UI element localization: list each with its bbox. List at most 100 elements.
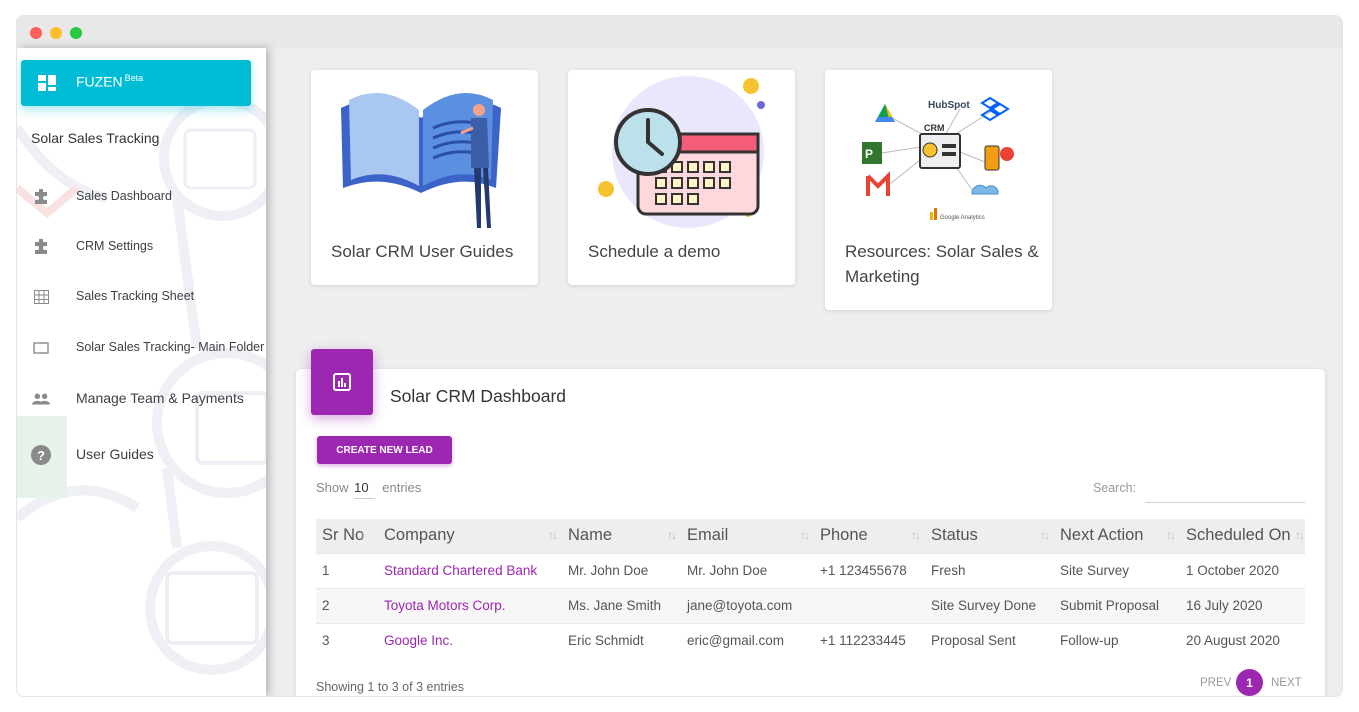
- column-label: Phone: [820, 526, 868, 545]
- cell-next-action: Submit Proposal: [1054, 587, 1180, 623]
- cell-company: Standard Chartered Bank: [378, 552, 562, 588]
- google-analytics-logo-text: Google Analytics: [940, 215, 985, 221]
- cell-company: Google Inc.: [378, 622, 562, 658]
- svg-text:P: P: [865, 147, 873, 161]
- table-row: 3 Google Inc. Eric Schmidt eric@gmail.co…: [316, 622, 1305, 658]
- page-length-control: Show 10 entries: [316, 480, 422, 499]
- column-label: Scheduled On: [1186, 526, 1291, 545]
- column-label: Status: [931, 526, 978, 545]
- entries-label: entries: [382, 480, 422, 495]
- cell-status: Site Survey Done: [925, 587, 1054, 623]
- card-schedule-demo[interactable]: Schedule a demo: [568, 70, 795, 285]
- sort-icon: ↑↓: [667, 528, 677, 542]
- puzzle-icon: [31, 237, 51, 257]
- sidebar: FUZEN Beta Solar Sales Tracking Sales Das…: [17, 48, 266, 696]
- column-header-company[interactable]: Company ↑↓: [378, 519, 562, 553]
- close-window-button[interactable]: [30, 27, 42, 39]
- crm-integrations-illustration: HubSpot P CRM Google Analytics: [862, 96, 1014, 221]
- sidebar-item-manage-team[interactable]: Manage Team & Payments: [31, 381, 266, 417]
- table-row: 2 Toyota Motors Corp. Ms. Jane Smith jan…: [316, 587, 1305, 623]
- dashboard-grid-icon: [38, 75, 56, 91]
- sidebar-item-label: Manage Team & Payments: [76, 390, 244, 406]
- page-length-select[interactable]: 10: [354, 480, 375, 499]
- sidebar-item-label: Sales Dashboard: [76, 189, 172, 203]
- cell-sr-no: 1: [316, 552, 378, 588]
- book-illustration: [341, 92, 501, 228]
- column-header-status[interactable]: Status ↑↓: [925, 519, 1054, 553]
- column-header-next-action[interactable]: Next Action ↑↓: [1054, 519, 1180, 553]
- brand-label: FUZEN: [76, 73, 123, 90]
- company-link[interactable]: Standard Chartered Bank: [384, 563, 537, 578]
- current-page-button[interactable]: 1: [1236, 669, 1263, 696]
- sort-icon: ↑: [360, 528, 366, 542]
- bar-chart-icon: [333, 373, 351, 391]
- puzzle-icon: [31, 187, 51, 207]
- maximize-window-button[interactable]: [70, 27, 82, 39]
- sidebar-item-main-folder[interactable]: Solar Sales Tracking- Main Folder: [31, 330, 266, 366]
- column-header-name[interactable]: Name ↑↓: [562, 519, 681, 553]
- table-info: Showing 1 to 3 of 3 entries: [316, 680, 465, 694]
- cell-status: Proposal Sent: [925, 622, 1054, 658]
- card-title: Schedule a demo: [588, 242, 721, 261]
- column-header-scheduled-on[interactable]: Scheduled On ↑↓: [1180, 519, 1305, 553]
- brand-header[interactable]: FUZEN Beta: [21, 60, 251, 106]
- sort-icon: ↑↓: [800, 528, 810, 542]
- panel-header-icon: [311, 349, 373, 415]
- cell-next-action: Follow-up: [1054, 622, 1180, 658]
- folder-icon: [31, 338, 51, 358]
- sidebar-item-user-guides[interactable]: ? User Guides: [31, 437, 266, 473]
- sidebar-item-sales-dashboard[interactable]: Sales Dashboard: [31, 179, 266, 215]
- company-link[interactable]: Google Inc.: [384, 633, 453, 648]
- cell-name: Eric Schmidt: [562, 622, 681, 658]
- help-icon: ?: [31, 445, 51, 465]
- brand-name: FUZEN Beta: [76, 73, 143, 90]
- column-label: Sr No: [322, 526, 365, 545]
- cell-name: Mr. John Doe: [562, 552, 681, 588]
- app-window: FUZEN Beta Solar Sales Tracking Sales Das…: [17, 16, 1342, 696]
- cell-phone: [814, 587, 925, 623]
- sidebar-item-label: CRM Settings: [76, 239, 154, 253]
- column-label: Next Action: [1060, 526, 1144, 545]
- leads-table: Sr No ↑ Company ↑↓ Name ↑↓ Email ↑↓ Phone ↑↓ …: [316, 519, 1305, 658]
- table-row: 1 Standard Chartered Bank Mr. John Doe M…: [316, 552, 1305, 588]
- cell-scheduled-on: 16 July 2020: [1180, 587, 1305, 623]
- cell-company: Toyota Motors Corp.: [378, 587, 562, 623]
- cell-sr-no: 3: [316, 622, 378, 658]
- column-label: Company: [384, 526, 455, 545]
- cell-phone: +1 112233445: [814, 622, 925, 658]
- column-header-sr-no[interactable]: Sr No ↑: [316, 519, 378, 553]
- cell-scheduled-on: 1 October 2020: [1180, 552, 1305, 588]
- prev-page-button[interactable]: PREV: [1200, 677, 1231, 689]
- card-user-guides[interactable]: Solar CRM User Guides: [311, 70, 538, 285]
- cell-name: Ms. Jane Smith: [562, 587, 681, 623]
- title-bar: [17, 16, 1342, 48]
- cell-status: Fresh: [925, 552, 1054, 588]
- column-header-email[interactable]: Email ↑↓: [681, 519, 814, 553]
- sidebar-item-label: Solar Sales Tracking- Main Folder: [76, 340, 265, 354]
- company-link[interactable]: Toyota Motors Corp.: [384, 598, 506, 613]
- people-icon: [31, 389, 51, 409]
- minimize-window-button[interactable]: [50, 27, 62, 39]
- pagination: PREV 1 NEXT: [1200, 669, 1310, 696]
- card-title: Resources: Solar Sales & Marketing: [845, 242, 1039, 286]
- sidebar-item-crm-settings[interactable]: CRM Settings: [31, 229, 266, 265]
- cell-email: jane@toyota.com: [681, 587, 814, 623]
- sort-icon: ↑↓: [1040, 528, 1050, 542]
- cell-sr-no: 2: [316, 587, 378, 623]
- cell-phone: +1 123455678: [814, 552, 925, 588]
- hubspot-logo-text: HubSpot: [928, 100, 970, 111]
- create-new-lead-button[interactable]: CREATE NEW LEAD: [317, 436, 452, 464]
- cell-next-action: Site Survey: [1054, 552, 1180, 588]
- sidebar-item-sales-tracking-sheet[interactable]: Sales Tracking Sheet: [31, 279, 266, 315]
- next-page-button[interactable]: NEXT: [1271, 677, 1302, 689]
- column-header-phone[interactable]: Phone ↑↓: [814, 519, 925, 553]
- sort-icon: ↑↓: [1295, 528, 1305, 542]
- grid-icon: [31, 287, 51, 307]
- sidebar-item-label: User Guides: [76, 446, 154, 462]
- dashboard-panel: Solar CRM Dashboard CREATE NEW LEAD Show…: [296, 349, 1325, 696]
- svg-text:?: ?: [37, 448, 45, 463]
- column-label: Email: [687, 526, 729, 545]
- show-label: Show: [316, 480, 349, 495]
- card-resources[interactable]: HubSpot P CRM Google Analytics Resources…: [825, 70, 1052, 310]
- search-input[interactable]: [1145, 477, 1305, 503]
